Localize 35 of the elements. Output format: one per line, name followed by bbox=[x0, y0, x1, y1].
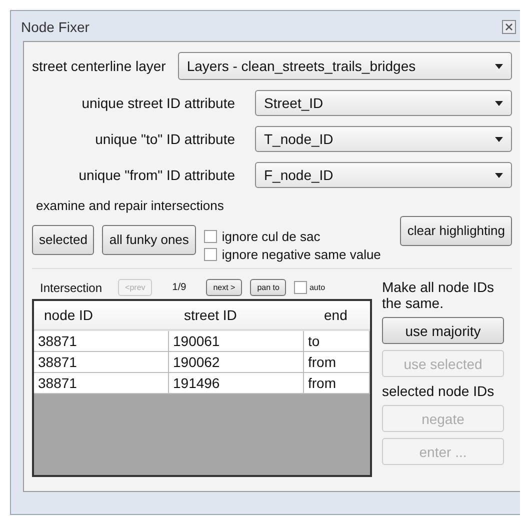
table-cell: from bbox=[304, 352, 370, 372]
dropdown[interactable]: Layers - clean_streets_trails_bridges bbox=[178, 52, 512, 80]
table-cell: to bbox=[304, 331, 370, 351]
column-header[interactable]: node ID bbox=[34, 307, 174, 323]
checkbox-label: ignore negative same value bbox=[222, 247, 381, 262]
table-cell: 191496 bbox=[169, 373, 304, 393]
field-label: unique street ID attribute bbox=[80, 95, 236, 111]
window-title: Node Fixer bbox=[21, 19, 90, 35]
table-cell: 190062 bbox=[169, 352, 304, 372]
table-cell: 38871 bbox=[34, 373, 169, 393]
dropdown[interactable]: T_node_ID bbox=[255, 126, 512, 152]
button[interactable]: next > bbox=[206, 279, 242, 296]
checkbox-label: auto bbox=[309, 283, 326, 292]
table-cell: 190061 bbox=[169, 331, 304, 351]
position-counter: 1/9 bbox=[172, 282, 186, 293]
dropdown[interactable]: Street_ID bbox=[255, 90, 512, 116]
button[interactable]: clear highlighting bbox=[400, 216, 512, 246]
table-cell: from bbox=[304, 373, 370, 393]
button[interactable]: pan to bbox=[250, 279, 286, 296]
button[interactable]: selected bbox=[32, 224, 94, 254]
group-title: Make all node IDs the same. bbox=[382, 279, 496, 311]
field-label: unique "from" ID attribute bbox=[78, 167, 236, 183]
button[interactable]: all funky ones bbox=[102, 224, 196, 254]
group-title: examine and repair intersections bbox=[35, 198, 225, 213]
group-title: selected node IDs bbox=[382, 383, 496, 399]
column-header[interactable]: end bbox=[314, 307, 370, 323]
field-label: street centerline layer bbox=[32, 58, 166, 74]
button[interactable]: use majority bbox=[382, 317, 504, 344]
table-cell: 38871 bbox=[34, 331, 169, 351]
field-label: unique "to" ID attribute bbox=[94, 131, 236, 147]
group-title: Intersection bbox=[40, 280, 102, 294]
column-header[interactable]: street ID bbox=[174, 307, 314, 323]
checkbox-label: ignore cul de sac bbox=[222, 229, 320, 244]
table-cell: 38871 bbox=[34, 352, 169, 372]
dropdown[interactable]: F_node_ID bbox=[255, 162, 512, 188]
